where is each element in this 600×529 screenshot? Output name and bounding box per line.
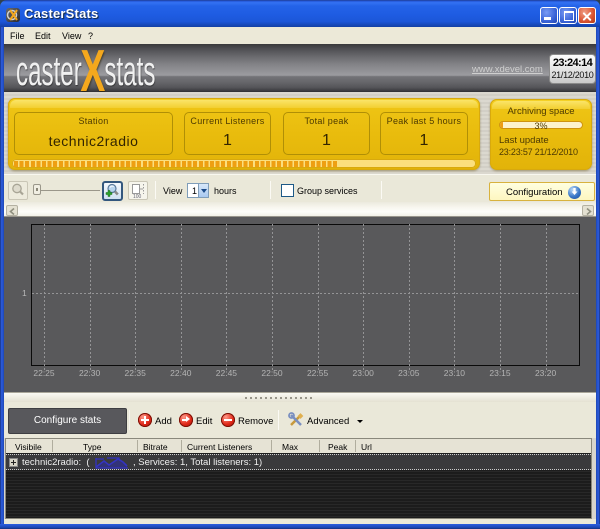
svg-text:100: 100 xyxy=(133,194,142,199)
